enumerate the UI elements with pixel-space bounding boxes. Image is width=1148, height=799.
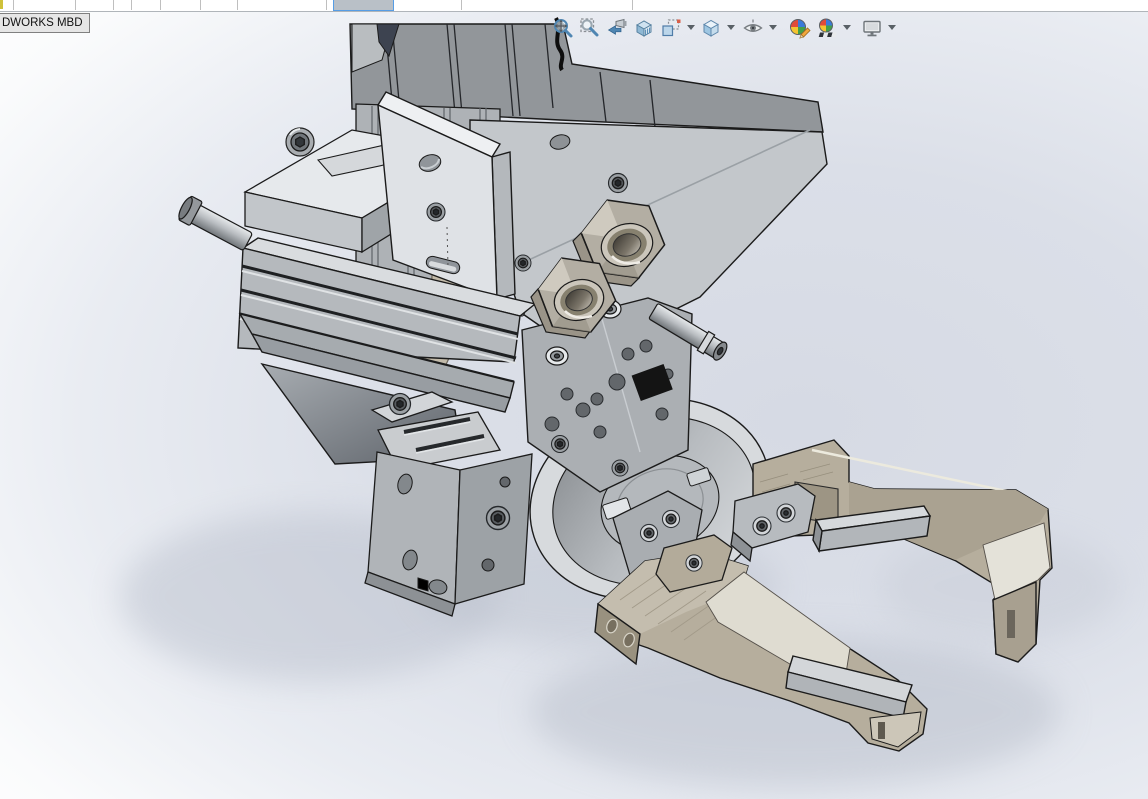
toolbar-icon-sliver [0, 0, 3, 9]
hide-show-items-button[interactable] [740, 14, 766, 41]
toolbar-separator [131, 0, 132, 10]
toolbar-separator [326, 0, 327, 10]
view-settings-button[interactable] [859, 14, 885, 41]
view-settings-dropdown[interactable] [886, 14, 897, 41]
tooltip: DWORKS MBD [0, 13, 90, 33]
heads-up-view-toolbar [549, 14, 898, 41]
apply-scene-dropdown[interactable] [841, 14, 852, 41]
graphics-viewport[interactable] [0, 12, 1148, 799]
display-style-cube-icon [702, 19, 720, 37]
edit-appearance-button[interactable] [787, 14, 813, 41]
view-orientation-dropdown[interactable] [685, 14, 696, 41]
previous-view-button[interactable] [604, 14, 630, 41]
eye-icon [743, 19, 763, 32]
zoom-to-fit-icon [554, 18, 573, 37]
previous-view-icon [607, 18, 627, 35]
tooltip-text: DWORKS MBD [2, 17, 83, 29]
hide-show-items-dropdown[interactable] [767, 14, 778, 41]
appearance-ball-pencil-icon [790, 18, 811, 39]
view-orientation-icon [662, 18, 681, 36]
command-toolbar-strip [0, 0, 1148, 12]
toolbar-separator [160, 0, 161, 10]
toolbar-separator [461, 0, 462, 10]
view-orientation-button[interactable] [658, 14, 684, 41]
chevron-down-icon [686, 25, 695, 30]
zoom-to-area-button[interactable] [577, 14, 603, 41]
chevron-down-icon [726, 25, 735, 30]
pressed-toolbar-button[interactable] [333, 0, 394, 11]
screw-socket-head [285, 127, 315, 157]
toolbar-separator [113, 0, 114, 10]
chevron-down-icon [842, 25, 851, 30]
section-view-icon [635, 19, 653, 37]
zoom-to-fit-button[interactable] [550, 14, 576, 41]
3d-viewport-model[interactable] [0, 12, 1148, 799]
chevron-down-icon [887, 25, 896, 30]
toolbar-separator [237, 0, 238, 10]
toolbar-separator [75, 0, 76, 10]
toolbar-separator [13, 0, 14, 10]
chevron-down-icon [768, 25, 777, 30]
scene-ball-checker-icon [818, 18, 837, 37]
toolbar-separator [632, 0, 633, 10]
display-style-button[interactable] [698, 14, 724, 41]
apply-scene-button[interactable] [814, 14, 840, 41]
monitor-icon [863, 20, 881, 36]
zoom-to-area-icon [580, 17, 599, 36]
display-style-dropdown[interactable] [725, 14, 736, 41]
toolbar-separator [200, 0, 201, 10]
section-view-button[interactable] [631, 14, 657, 41]
part-left-rod[interactable] [176, 194, 255, 253]
